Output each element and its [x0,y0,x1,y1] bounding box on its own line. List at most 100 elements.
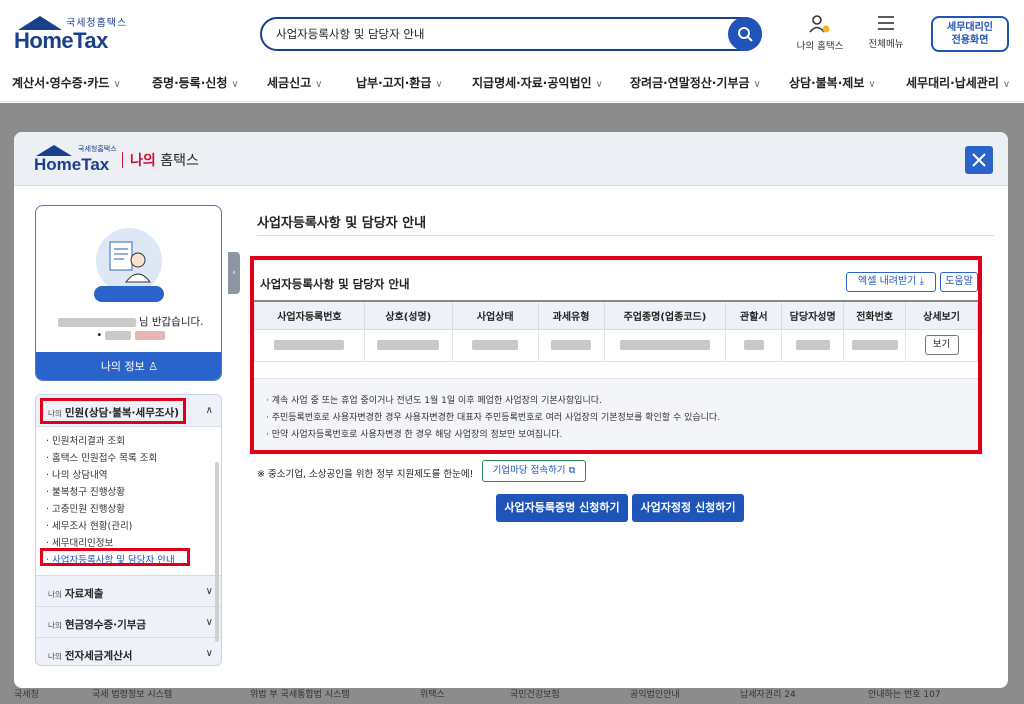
footer-link[interactable]: 납세자권리 24 [740,687,796,700]
top-header: 국세청홈택스 HomeTax 나의 홈택스 전체메뉴 세무대리인 전용화면 [0,0,1024,62]
sidebar-toggle[interactable]: ‹ [228,252,240,294]
external-link-icon: ⧉ [568,465,576,476]
submenu-item[interactable]: · 세무조사 현황(관리) [46,518,132,532]
submenu-item[interactable]: · 민원처리결과 조회 [46,433,125,447]
apply-registration-certificate-button[interactable]: 사업자등록증명 신청하기 [496,494,628,522]
submenu-item[interactable]: · 나의 상담내역 [46,467,108,481]
my-info-label: 나의 정보 [100,360,145,373]
section-prefix: 나의 [48,590,62,599]
help-button[interactable]: 도움말 [940,272,978,292]
menu-section-e-invoice[interactable]: 나의 전자세금계산서 ∨ [36,637,221,665]
hometax-logo[interactable]: 국세청홈택스 HomeTax [14,14,134,54]
bizinfo-link-button[interactable]: 기업마당 접속하기 ⧉ [482,460,586,482]
search-bar [260,17,762,51]
submenu-item[interactable]: · 세무대리인정보 [46,535,113,549]
user-name-badge [94,286,164,302]
bizinfo-link-label: 기업마당 접속하기 [492,465,566,476]
menu-section-cash-receipt[interactable]: 나의 현금영수증·기부금 ∨ [36,606,221,637]
redacted-value [105,330,132,340]
my-info-button[interactable]: 나의 정보 ♙ [36,352,221,380]
chevron-down-icon: ∨ [113,79,121,90]
cell-redacted [254,328,365,362]
section-title: 현금영수증·기부금 [64,619,147,631]
footer-link[interactable]: 공익법인안내 [630,687,680,700]
footer-link[interactable]: 안내하는 번호 107 [868,687,941,700]
chevron-down-icon: ∨ [595,79,603,90]
page-title: 사업자등록사항 및 담당자 안내 [257,216,427,231]
chevron-left-icon: ‹ [232,268,236,278]
download-icon: ⤓ [919,276,924,287]
menu-section-data-submit[interactable]: 나의 자료제출 ∨ [36,575,221,606]
nav-tax-report[interactable]: 세금신고 ∨ [267,74,323,91]
modal-logo-subtitle: 국세청홈택스 [78,145,117,153]
greeting-text: 님 반갑습니다. [138,316,204,328]
footer-link[interactable]: 국민건강보험 [510,687,560,700]
tax-agent-line2: 전용화면 [951,35,989,46]
nav-invoice[interactable]: 계산서·영수증·카드 ∨ [12,74,121,91]
table-row: 보기 [254,328,978,362]
nav-certificate[interactable]: 증명·등록·신청 ∨ [152,74,239,91]
nav-label: 납부·고지·환급 [356,76,432,90]
nav-statement[interactable]: 지급명세·자료·공익법인 ∨ [472,74,603,91]
column-header: 상호(성명) [363,300,453,330]
nav-payment[interactable]: 납부·고지·환급 ∨ [356,74,443,91]
nav-label: 계산서·영수증·카드 [12,76,110,90]
footer-link[interactable]: 위법 부 국세통합법 시스템 [250,687,350,700]
footer-link[interactable]: 위택스 [420,687,445,700]
registration-table: 사업자등록번호 상호(성명) 사업상태 과세유형 주업종명(업종코드) 관할서 … [254,300,978,362]
footer-link[interactable]: 국세 법령정보 시스템 [92,687,172,700]
notice-box: · 계속 사업 중 또는 휴업 중이거나 전년도 1월 1일 이후 폐업한 사업… [254,378,978,450]
section-prefix: 나의 [48,652,62,661]
section-title: 자료제출 [64,588,104,600]
side-menu: 나의 민원(상담·불복·세무조사) ∧ · 민원처리결과 조회 · 홈택스 민원접… [35,394,222,666]
excel-download-button[interactable]: 엑셀 내려받기 ⤓ [846,272,936,292]
submenu-item[interactable]: · 홈택스 민원접수 목록 조회 [46,450,157,464]
menu-section-label: 나의 현금영수증·기부금 [48,617,146,632]
all-menu-link[interactable]: 전체메뉴 [856,14,916,50]
table-header-row: 사업자등록번호 상호(성명) 사업상태 과세유형 주업종명(업종코드) 관할서 … [254,300,978,330]
submenu-item[interactable]: · 불복청구 진행상황 [46,484,125,498]
nav-incentive[interactable]: 장려금·연말정산·기부금 ∨ [630,74,761,91]
cell-redacted [363,328,453,362]
cell-redacted [843,328,907,362]
apply-registration-change-button[interactable]: 사업자정정 신청하기 [632,494,744,522]
modal-title: 나의 홈택스 [130,150,199,170]
logo-subtitle: 국세청홈택스 [66,18,128,29]
chevron-up-icon: ∧ [205,405,213,416]
nav-consult[interactable]: 상담·불복·제보 ∨ [789,74,876,91]
my-hometax-link[interactable]: 나의 홈택스 [790,14,850,52]
nav-label: 상담·불복·제보 [789,76,865,90]
close-button[interactable] [965,146,993,174]
search-button[interactable] [728,17,762,51]
chevron-down-icon: ∨ [1002,79,1011,90]
chevron-down-icon: ∨ [753,79,761,90]
user-bell-icon [809,15,830,33]
modal-logo-title: HomeTax [34,155,110,174]
cell-view: 보기 [905,328,978,362]
nav-label: 장려금·연말정산·기부금 [630,76,750,90]
all-menu-label: 전체메뉴 [868,39,904,50]
promo-text: ※ 중소기업, 소상공인을 위한 정부 지원제도를 한눈에! [257,469,474,480]
title-divider [122,152,123,168]
column-header: 사업상태 [451,300,539,330]
nav-label: 세금신고 [267,76,312,90]
footer-link[interactable]: 국세청 [14,687,39,700]
highlight-box [40,398,186,424]
chevron-down-icon: ∨ [205,586,213,597]
profile-card: 님 반갑습니다. • 나의 정보 ♙ [35,205,222,381]
column-header: 담당자성명 [781,300,845,330]
nav-tax-agent[interactable]: 세무대리·납세관리 ∨ [906,74,1010,91]
my-hometax-label: 나의 홈택스 [796,41,844,52]
notice-line: · 주민등록번호로 사용자변경한 경우 사용자변경한 대표자 주민등록번호로 여… [266,413,721,423]
menu-scrollbar[interactable] [215,462,219,642]
cell-redacted [451,328,539,362]
nav-label: 지급명세·자료·공익법인 [472,76,592,90]
view-detail-button[interactable]: 보기 [924,335,959,355]
chevron-down-icon: ∨ [435,79,443,90]
tax-agent-button[interactable]: 세무대리인 전용화면 [931,16,1009,52]
close-icon [972,153,986,167]
search-input[interactable] [276,25,716,43]
panel-title: 사업자등록사항 및 담당자 안내 [260,277,410,291]
section-title: 전자세금계산서 [64,650,133,662]
submenu-item[interactable]: · 고충민원 진행상황 [46,501,125,515]
